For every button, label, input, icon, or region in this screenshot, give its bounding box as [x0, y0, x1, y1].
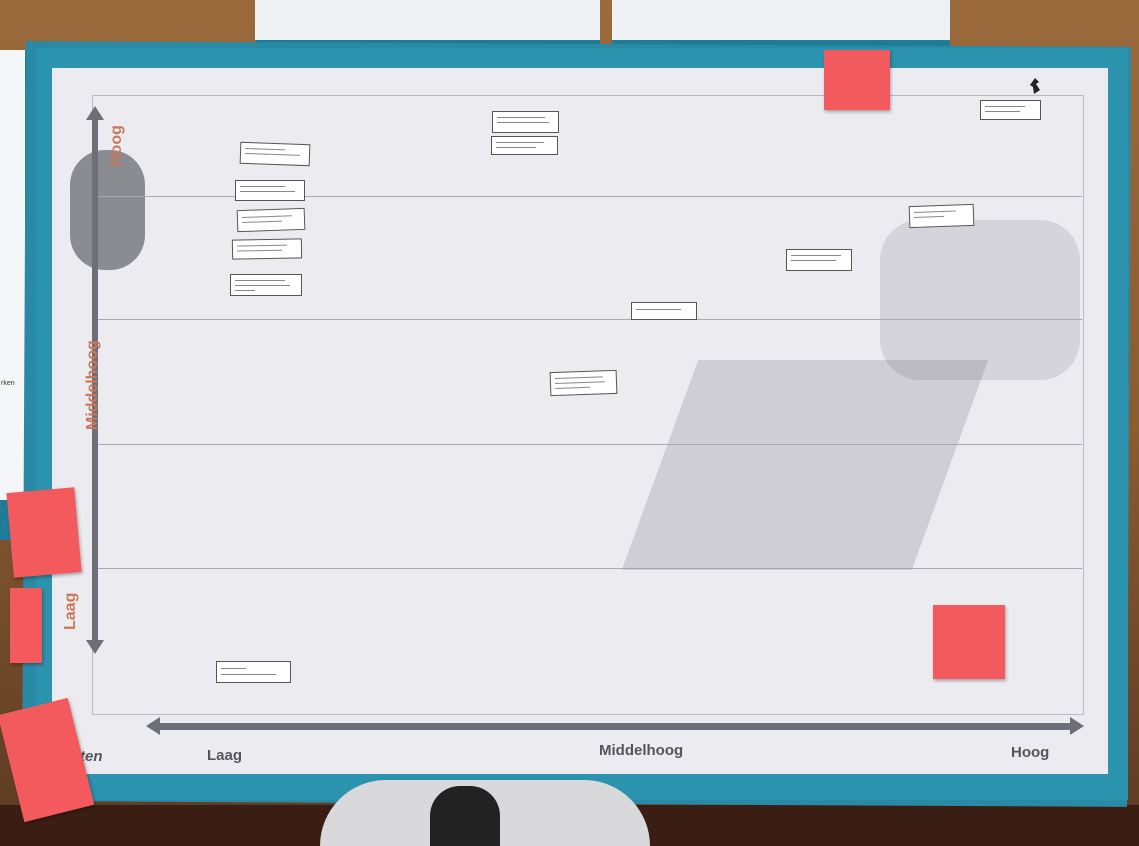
- row-divider-2: [92, 319, 1082, 320]
- placed-card[interactable]: [230, 274, 302, 296]
- x-label-high: Hoog: [1011, 744, 1050, 761]
- row-divider-3: [92, 444, 1082, 445]
- x-label-mid: Middelhoog: [599, 742, 684, 759]
- y-label-high: Hoog: [108, 125, 125, 166]
- placed-card[interactable]: [492, 111, 559, 133]
- placed-card[interactable]: [231, 238, 303, 260]
- placed-card[interactable]: [549, 369, 618, 397]
- placed-card[interactable]: [908, 203, 975, 229]
- top-sheet-left: [255, 0, 600, 46]
- sticky-note[interactable]: [933, 605, 1005, 679]
- x-axis-arrow: [146, 717, 1084, 735]
- sticky-note[interactable]: [10, 588, 42, 663]
- left-sheet-fragment: rken: [1, 380, 15, 387]
- placed-card[interactable]: [631, 302, 697, 320]
- y-label-low: Laag: [62, 592, 79, 630]
- row-divider-4: [92, 568, 1082, 569]
- placed-card[interactable]: [236, 207, 306, 233]
- top-sheet-right: [612, 0, 950, 46]
- placed-card[interactable]: [216, 661, 291, 683]
- y-label-mid: Middelhoog: [84, 340, 101, 430]
- x-label-low: Laag: [207, 747, 243, 764]
- placed-card[interactable]: [786, 249, 852, 271]
- placed-card[interactable]: [980, 100, 1041, 120]
- placed-card[interactable]: [235, 180, 305, 201]
- placed-card[interactable]: [239, 141, 311, 167]
- person-hair: [430, 786, 500, 846]
- sticky-note[interactable]: [824, 50, 890, 110]
- placed-card[interactable]: [491, 136, 558, 155]
- logo-icon: [1030, 78, 1040, 94]
- sticky-note[interactable]: [6, 487, 82, 578]
